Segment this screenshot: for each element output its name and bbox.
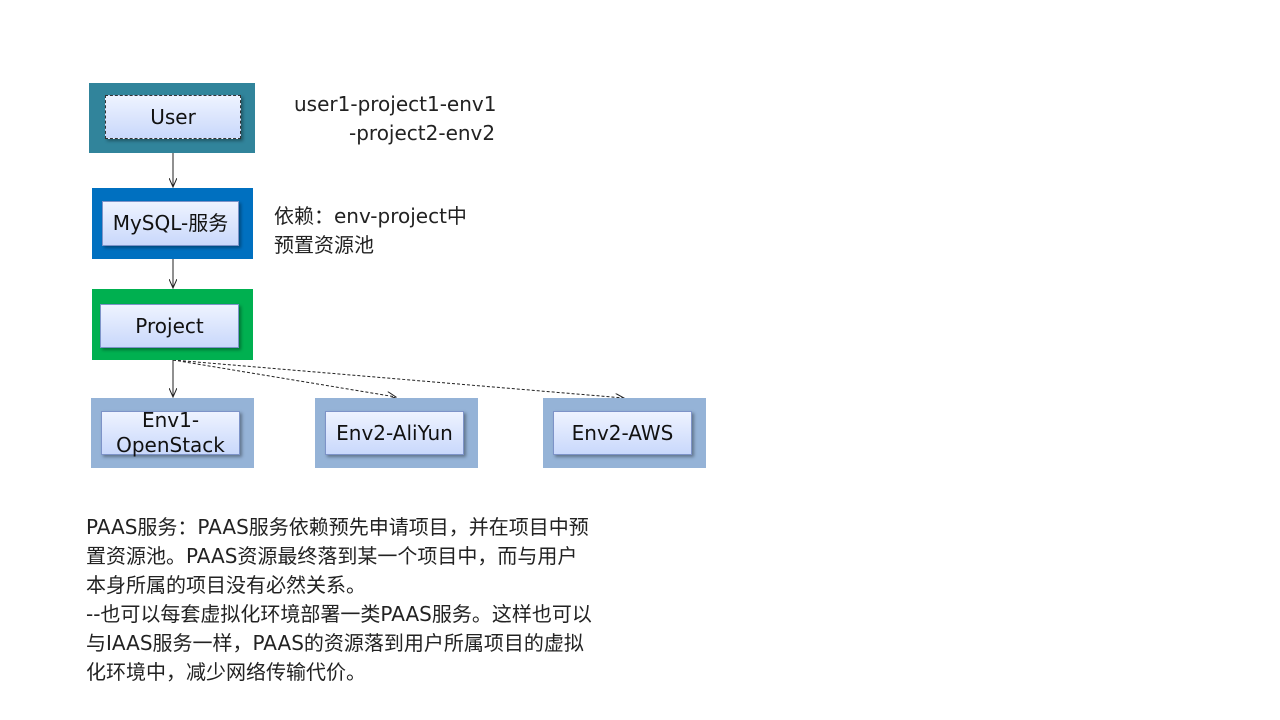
user-label: User	[150, 104, 196, 129]
env2-aws-box: Env2-AWS	[543, 398, 706, 468]
description-line-5: 与IAAS服务一样，PAAS的资源落到用户所属项目的虚拟	[86, 631, 584, 655]
description-line-4: --也可以每套虚拟化环境部署一类PAAS服务。这样也可以	[86, 602, 592, 626]
description-line-2: 置资源池。PAAS资源最终落到某一个项目中，而与用户	[86, 544, 578, 568]
env2-aws-label: Env2-AWS	[571, 420, 674, 445]
env2-aliyun-box: Env2-AliYun	[315, 398, 478, 468]
arrow-project-to-env2-aws	[172, 359, 624, 398]
project-label: Project	[135, 313, 204, 338]
env1-openstack-label: Env1-OpenStack	[116, 408, 225, 457]
project-box: Project	[92, 289, 253, 360]
user-node: User	[105, 95, 241, 139]
dependency-note-line-1: 依赖：env-project中	[274, 204, 467, 228]
env2-aliyun-label: Env2-AliYun	[336, 420, 453, 445]
env1-openstack-box: Env1-OpenStack	[91, 398, 254, 468]
env2-aws-node: Env2-AWS	[553, 411, 692, 455]
project-node: Project	[100, 304, 239, 348]
env2-aliyun-node: Env2-AliYun	[325, 411, 464, 455]
mysql-service-box: MySQL-服务	[92, 188, 253, 259]
dependency-note-line-2: 预置资源池	[274, 233, 374, 257]
user-mapping-note-line-1: user1-project1-env1	[294, 92, 497, 116]
description-line-6: 化环境中，减少网络传输代价。	[86, 660, 366, 684]
description-line-3: 本身所属的项目没有必然关系。	[86, 573, 366, 597]
description-line-1: PAAS服务：PAAS服务依赖预先申请项目，并在项目中预	[86, 515, 589, 539]
mysql-service-label: MySQL-服务	[112, 211, 229, 235]
arrow-project-to-env2-aliyun	[172, 359, 396, 397]
env1-openstack-node: Env1-OpenStack	[101, 408, 240, 457]
mysql-service-node: MySQL-服务	[102, 201, 239, 246]
user-mapping-note-line-2: -project2-env2	[349, 121, 496, 145]
user-box: User	[89, 83, 255, 153]
